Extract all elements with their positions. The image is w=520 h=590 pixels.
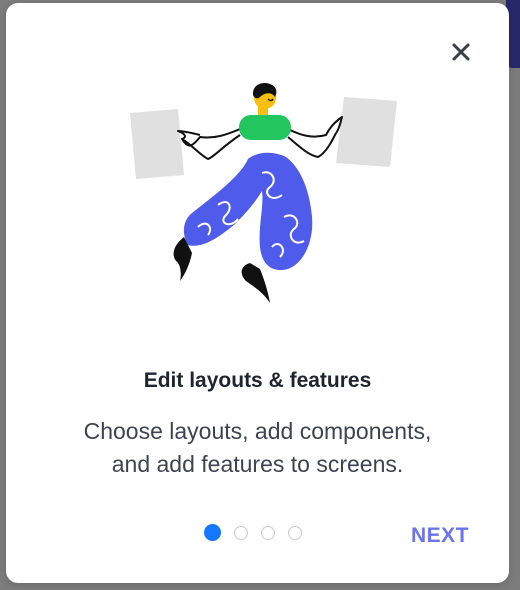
description-line-1: Choose layouts, add components, — [83, 418, 432, 444]
pagination-dots — [204, 524, 302, 541]
page-dot-2[interactable] — [234, 525, 248, 540]
green-shirt — [239, 115, 291, 140]
dialog-description: Choose layouts, add components, and add … — [46, 415, 469, 481]
layout-card-left — [130, 109, 184, 179]
page-dot-4[interactable] — [288, 525, 302, 540]
onboarding-dialog: Edit layouts & features Choose layouts, … — [6, 3, 509, 583]
dialog-title: Edit layouts & features — [143, 369, 372, 392]
left-arm-lower — [181, 134, 241, 161]
close-icon — [452, 43, 470, 61]
blue-pants — [183, 152, 313, 271]
page-dot-1[interactable] — [204, 524, 221, 541]
onboarding-illustration — [130, 83, 397, 303]
description-line-2: and add features to screens. — [111, 451, 404, 477]
page-dot-3[interactable] — [261, 525, 275, 540]
close-button[interactable] — [449, 40, 473, 64]
right-shoe — [241, 263, 270, 303]
right-arm — [287, 116, 343, 138]
next-button[interactable]: NEXT — [411, 524, 469, 548]
layout-card-right — [336, 97, 397, 167]
